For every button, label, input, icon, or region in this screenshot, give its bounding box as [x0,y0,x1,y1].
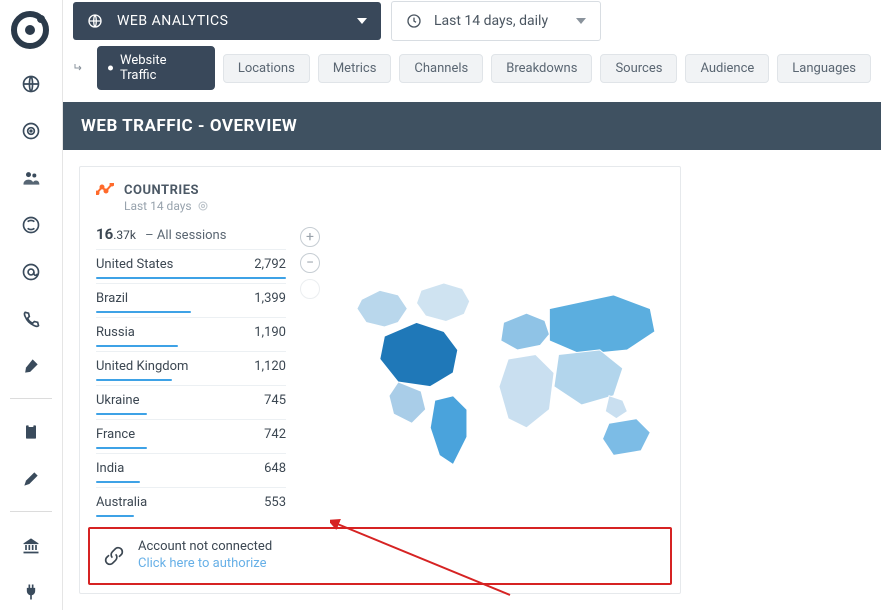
country-name: Russia [96,325,135,340]
tab-breakdowns[interactable]: Breakdowns [491,54,592,83]
world-map [334,225,664,521]
sidebar-item-plug[interactable] [10,573,52,610]
country-name: United States [96,257,173,272]
country-row[interactable]: United States 2,792 [96,249,286,274]
expand-button[interactable]: + [300,227,320,247]
sidebar-item-at[interactable] [10,254,52,291]
sidebar-item-people[interactable] [10,160,52,197]
tab-channels[interactable]: Channels [399,54,483,83]
country-bar [96,515,134,517]
tab-sources[interactable]: Sources [600,54,677,83]
sidebar-item-globe-refresh[interactable] [10,207,52,244]
tab-audience[interactable]: Audience [685,54,769,83]
sidebar-item-radar[interactable] [10,113,52,150]
app-logo [10,10,50,50]
tab-locations[interactable]: Locations [223,54,310,83]
date-range-selector[interactable]: Last 14 days, daily [391,1,601,41]
tab-website-traffic[interactable]: Website Traffic [97,46,215,90]
country-bar [96,379,172,381]
country-value: 648 [264,461,286,476]
target-icon [198,201,208,211]
authorize-link[interactable]: Click here to authorize [138,556,272,573]
country-name: India [96,461,124,476]
sidebar-item-globe[interactable] [10,66,52,103]
country-row[interactable]: United Kingdom 1,120 [96,351,286,376]
notice-title: Account not connected [138,539,272,556]
sidebar [0,0,63,610]
tabs-bar: Website Traffic Locations MetricsChannels B… [63,42,881,102]
total-value: 16.37k [96,225,136,243]
trend-icon [96,183,114,195]
country-bar [96,345,178,347]
country-value: 1,120 [254,359,286,374]
country-row[interactable]: France 742 [96,419,286,444]
sidebar-item-bank[interactable] [10,526,52,563]
section-selector-label: WEB ANALYTICS [117,13,228,29]
total-label: – All sessions [142,228,227,243]
tab-languages[interactable]: Languages [777,54,871,83]
country-row[interactable]: Russia 1,190 [96,317,286,342]
country-name: United Kingdom [96,359,188,374]
sidebar-item-brush[interactable] [10,348,52,385]
country-value: 553 [264,495,286,510]
countries-card: COUNTRIES Last 14 days 16.37k – All sess… [79,166,681,594]
page-title: WEB TRAFFIC - OVERVIEW [63,102,881,150]
sidebar-divider [10,398,52,399]
clock-icon [406,13,422,29]
chevron-down-icon [576,18,586,24]
card-title: COUNTRIES [124,183,208,199]
country-name: Australia [96,495,147,510]
country-name: Ukraine [96,393,139,408]
section-selector[interactable]: WEB ANALYTICS [73,2,381,40]
countries-list: 16.37k – All sessions United States 2,792… [96,225,286,521]
account-not-connected-banner: Account not connected Click here to auth… [88,527,672,585]
tab-metrics[interactable]: Metrics [318,54,392,83]
country-row[interactable]: Ukraine 745 [96,385,286,410]
country-row[interactable]: India 648 [96,453,286,478]
country-bar [96,413,147,415]
country-bar [96,481,140,483]
country-value: 742 [264,427,286,442]
date-range-label: Last 14 days, daily [434,13,548,29]
sidebar-item-pen[interactable] [10,460,52,497]
country-bar [96,277,286,279]
country-name: Brazil [96,291,128,306]
country-value: 745 [264,393,286,408]
country-value: 1,190 [254,325,286,340]
subnav-indent-icon [73,61,85,75]
country-bar [96,447,147,449]
country-value: 1,399 [254,291,286,306]
country-bar [96,311,191,313]
link-icon [104,546,124,566]
chevron-down-icon [357,18,367,24]
country-row[interactable]: Australia 553 [96,487,286,512]
more-button[interactable] [300,279,320,299]
country-row[interactable]: Brazil 1,399 [96,283,286,308]
card-subtitle: Last 14 days [124,199,192,213]
sidebar-item-phone[interactable] [10,301,52,338]
sidebar-item-clipboard[interactable] [10,413,52,450]
globe-icon [87,13,103,29]
collapse-button[interactable]: − [300,253,320,273]
sidebar-divider [10,511,52,512]
country-name: France [96,427,135,442]
country-value: 2,792 [254,257,286,272]
topbar: WEB ANALYTICS Last 14 days, daily [63,0,881,42]
list-controls: + − [300,227,320,521]
